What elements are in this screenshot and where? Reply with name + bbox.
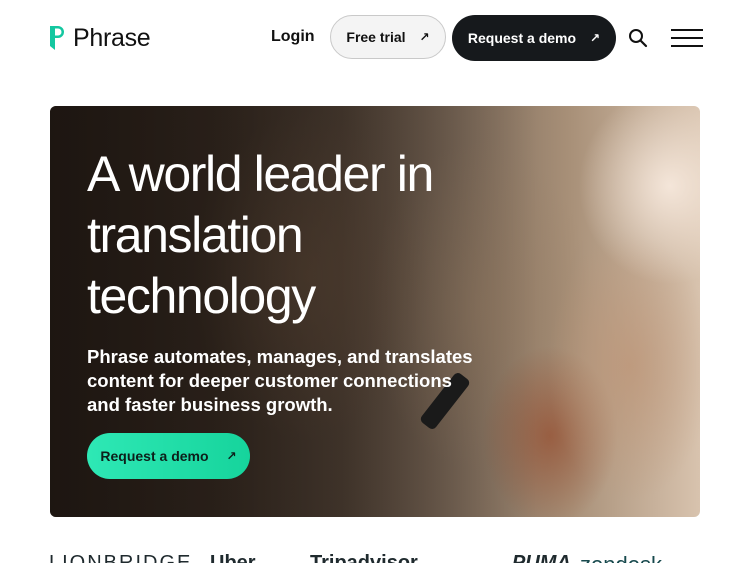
puma-logo: PUMA <box>512 552 571 563</box>
search-icon[interactable] <box>628 28 648 48</box>
arrow-up-right-icon: ↗ <box>590 31 601 45</box>
customer-logo-strip: LIONBRIDGE Uber Tripadvisor PUMA zendesk <box>0 548 750 563</box>
request-demo-label: Request a demo <box>467 30 577 46</box>
hero-subtitle: Phrase automates, manages, and translate… <box>87 346 473 415</box>
hamburger-menu-icon[interactable] <box>671 29 703 49</box>
request-demo-button[interactable]: Request a demo ↗ <box>452 15 616 61</box>
hero-title: A world leader in translation technology <box>87 146 434 324</box>
zendesk-logo: zendesk <box>580 552 662 563</box>
lionbridge-logo: LIONBRIDGE <box>49 552 193 563</box>
site-header: Phrase Login Free trial ↗ Request a demo… <box>0 0 750 76</box>
login-link[interactable]: Login <box>271 28 315 46</box>
logo-wordmark: Phrase <box>73 23 151 52</box>
free-trial-button[interactable]: Free trial ↗ <box>330 15 446 59</box>
tripadvisor-logo: Tripadvisor <box>310 552 418 563</box>
arrow-up-right-icon: ↗ <box>419 30 430 44</box>
hero-banner: A world leader in translation technology… <box>50 106 700 517</box>
phrase-logo[interactable]: Phrase <box>49 23 151 52</box>
hero-request-demo-button[interactable]: Request a demo ↗ <box>87 433 250 479</box>
arrow-up-right-icon: ↗ <box>226 449 237 463</box>
uber-logo: Uber <box>210 552 256 563</box>
free-trial-label: Free trial <box>346 29 406 45</box>
hero-cta-label: Request a demo <box>100 448 209 464</box>
phrase-logo-icon <box>50 26 64 50</box>
